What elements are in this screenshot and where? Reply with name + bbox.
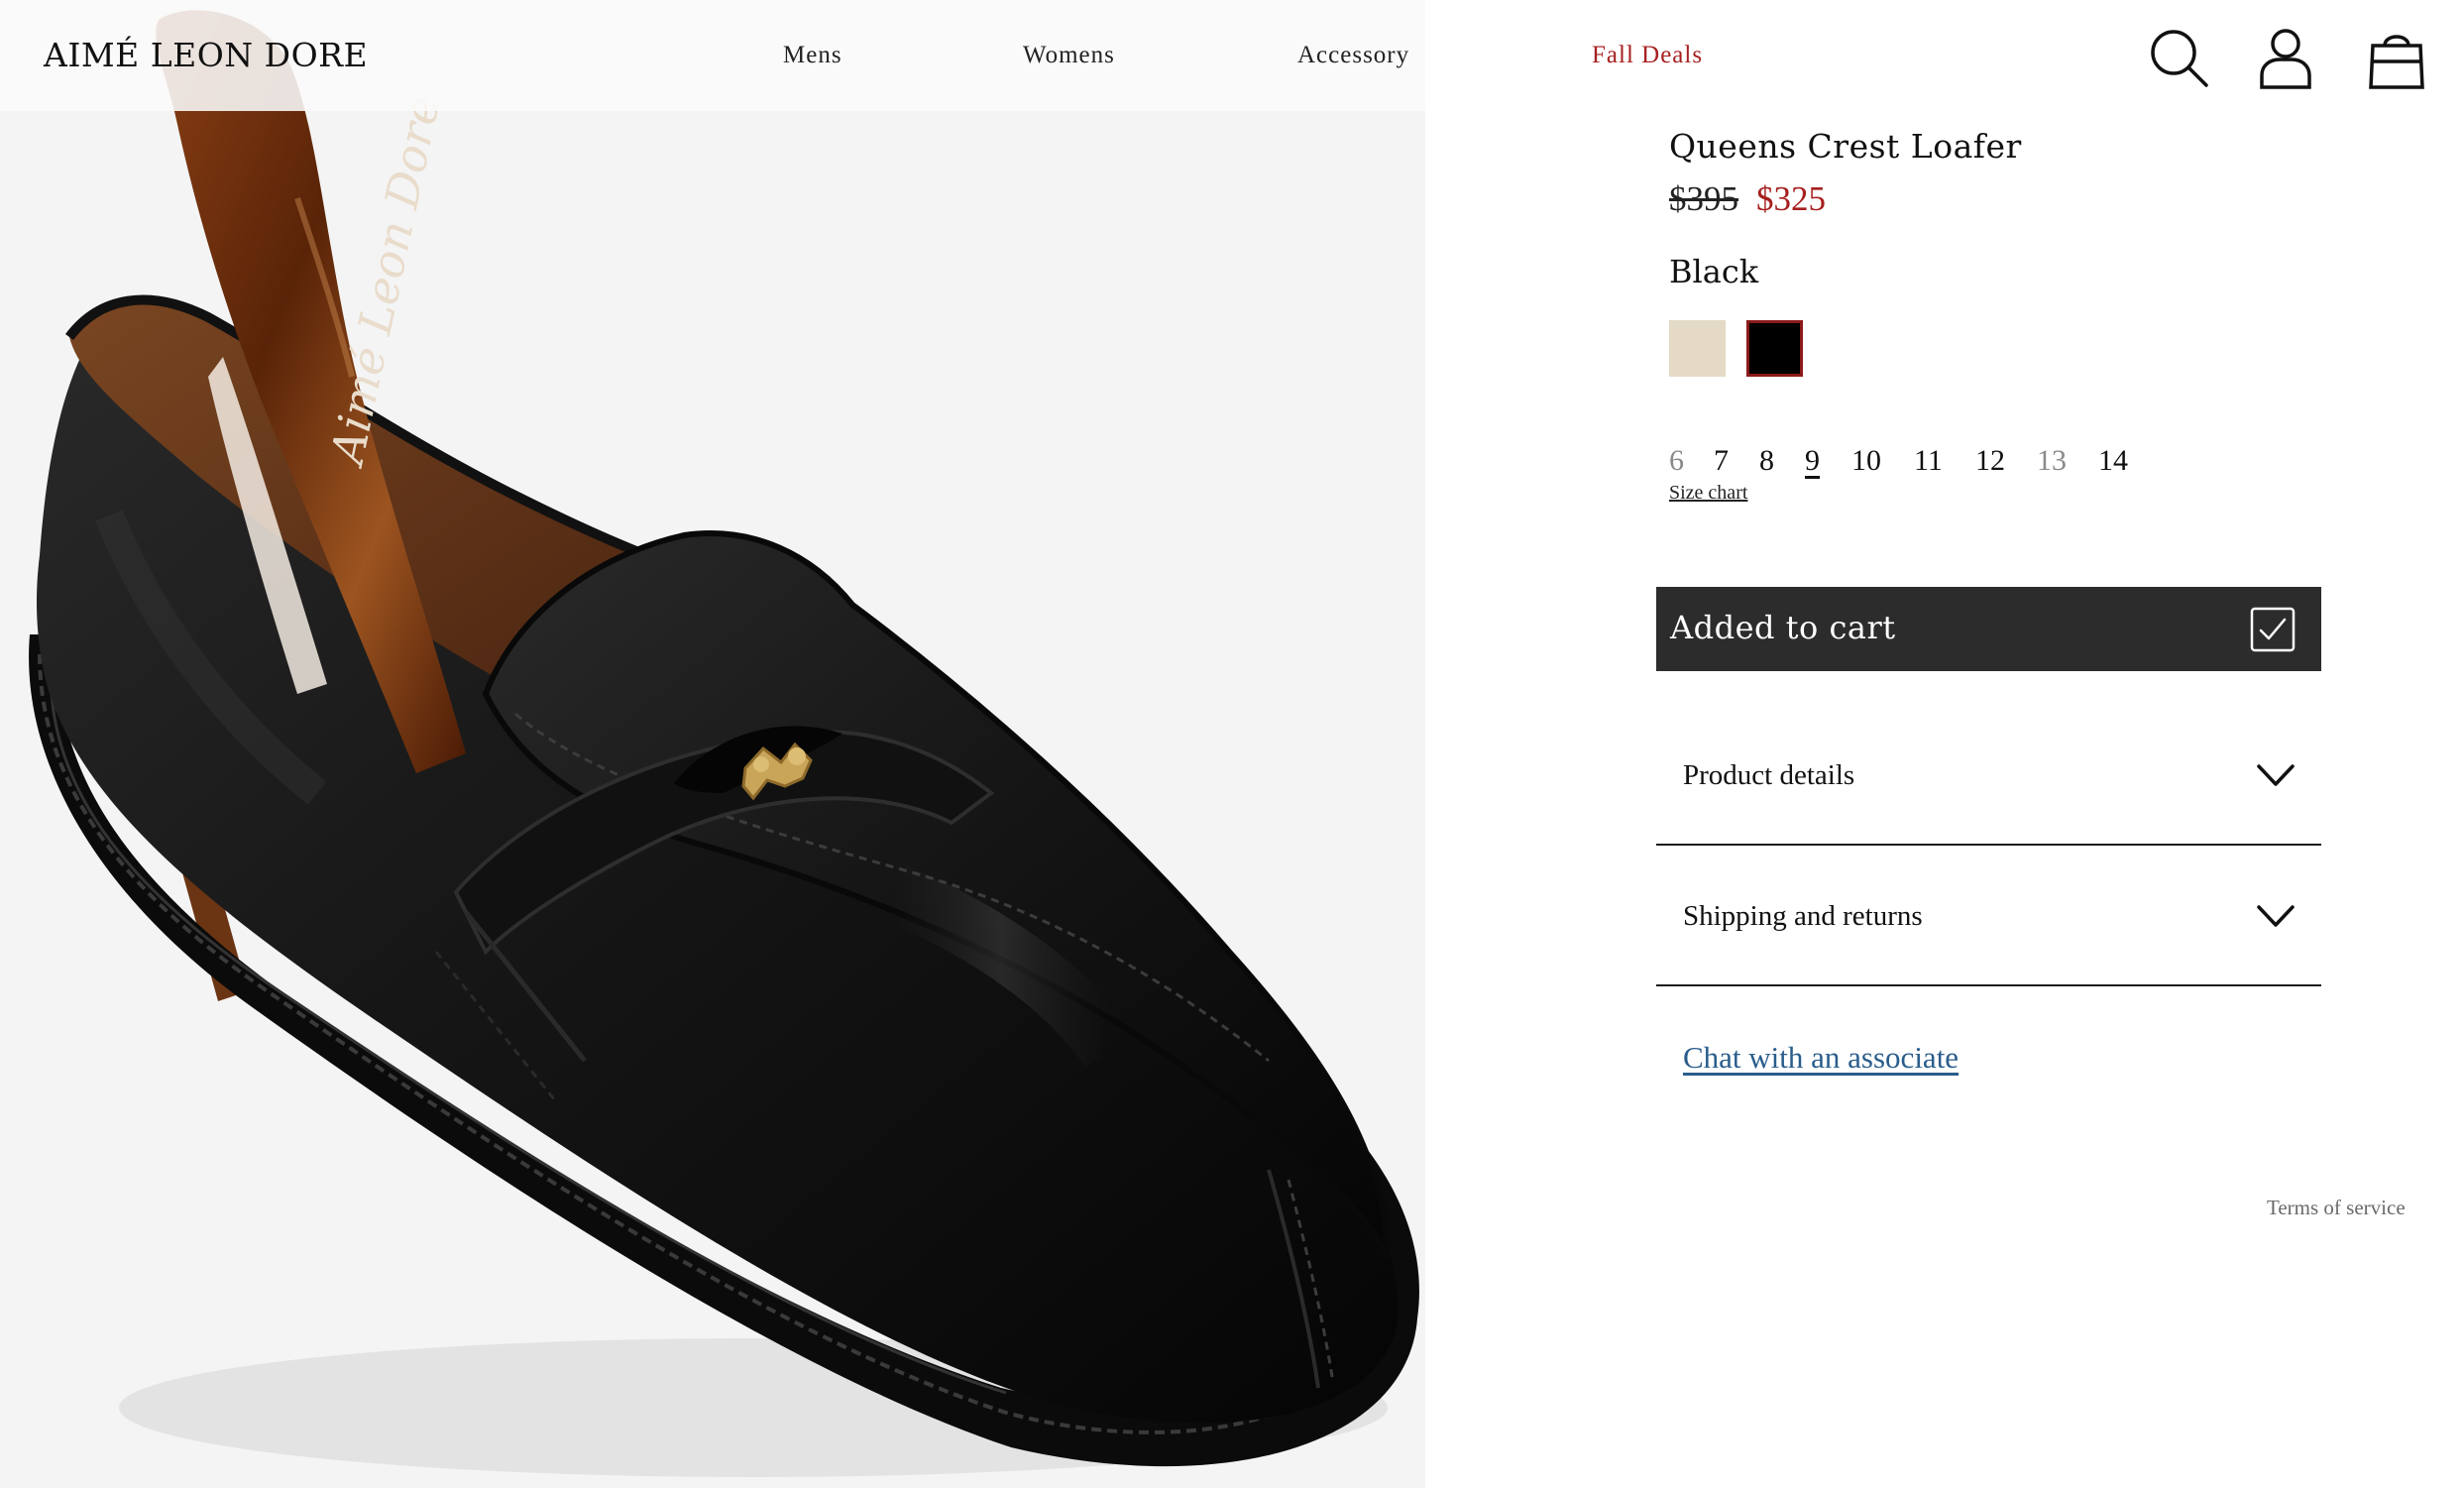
loafer-illustration: Aimé Leon Dore [29, 10, 1419, 1477]
brand-logo[interactable]: AIMÉ LEON DORE [44, 36, 368, 74]
checkbox-checked-icon [2250, 607, 2296, 652]
size-option-12[interactable]: 12 [1975, 444, 2005, 478]
selected-color-label: Black [1669, 253, 1759, 290]
product-title: Queens Crest Loafer [1669, 127, 2022, 166]
size-option-11[interactable]: 11 [1914, 444, 1943, 478]
size-option-13[interactable]: 13 [2037, 444, 2067, 478]
accordion-shipping-returns[interactable]: Shipping and returns [1656, 846, 2321, 986]
original-price: $395 [1669, 179, 1738, 218]
size-option-6[interactable]: 6 [1669, 444, 1684, 478]
accordion-product-details[interactable]: Product details [1656, 705, 2321, 846]
chevron-down-icon [2257, 764, 2295, 786]
size-option-10[interactable]: 10 [1851, 444, 1881, 478]
account-icon[interactable] [2254, 26, 2317, 89]
terms-of-service-link[interactable]: Terms of service [2267, 1196, 2406, 1220]
shoehorn-engraving: Aimé Leon Dore [319, 91, 450, 472]
cart-button-label: Added to cart [1670, 609, 1896, 646]
sale-price: $325 [1756, 179, 1826, 218]
nav-fall-deals[interactable]: Fall Deals [1592, 42, 1703, 69]
size-option-14[interactable]: 14 [2098, 444, 2128, 478]
add-to-cart-button[interactable]: Added to cart [1656, 587, 2321, 671]
chevron-down-icon [2257, 905, 2295, 927]
accordion-label: Shipping and returns [1683, 900, 1923, 932]
size-option-7[interactable]: 7 [1714, 444, 1729, 478]
search-icon[interactable] [2147, 26, 2210, 89]
nav-mens[interactable]: Mens [783, 42, 842, 69]
site-header: AIMÉ LEON DORE Mens Womens Accessory Fal… [0, 0, 2464, 111]
accordion-label: Product details [1683, 759, 1855, 791]
nav-accessory[interactable]: Accessory [1297, 42, 1409, 69]
color-swatch-black[interactable] [1746, 320, 1803, 377]
size-option-9[interactable]: 9 [1805, 444, 1820, 478]
nav-womens[interactable]: Womens [1023, 42, 1115, 69]
color-swatch-cream[interactable] [1669, 320, 1726, 377]
size-chart-link[interactable]: Size chart [1669, 482, 1747, 505]
size-option-8[interactable]: 8 [1759, 444, 1774, 478]
product-image: Aimé Leon Dore [0, 0, 1425, 1488]
shopping-bag-icon[interactable] [2365, 26, 2428, 89]
chat-with-associate-link[interactable]: Chat with an associate [1683, 1040, 1959, 1076]
